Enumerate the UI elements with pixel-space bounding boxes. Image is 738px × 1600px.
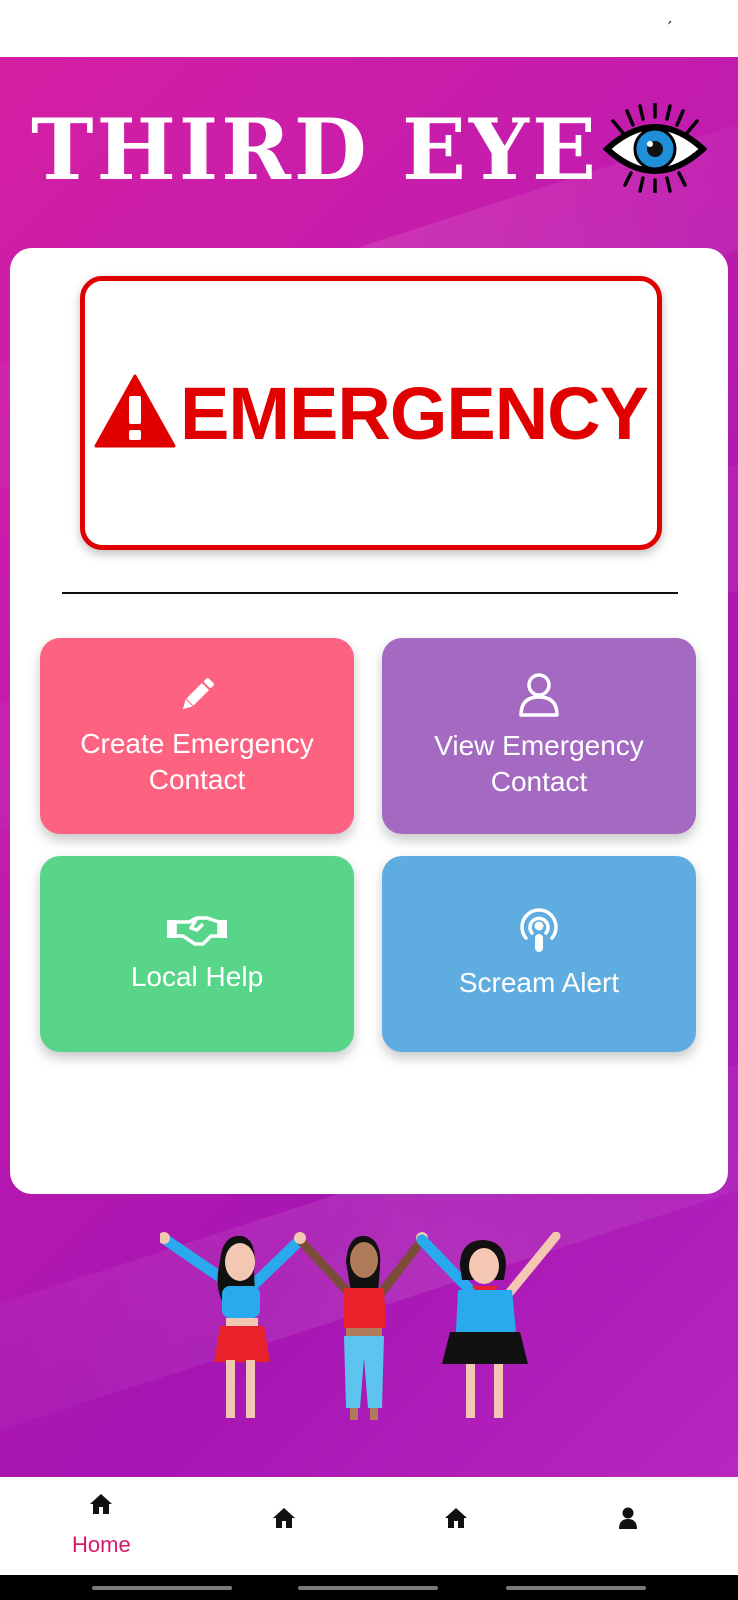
user-icon xyxy=(518,672,560,722)
nav-item-home[interactable]: Home xyxy=(72,1493,131,1558)
home-icon xyxy=(444,1507,468,1534)
divider xyxy=(62,592,678,594)
women-illustration xyxy=(158,1231,580,1447)
home-icon xyxy=(272,1507,296,1534)
emergency-button[interactable]: EMERGENCY xyxy=(80,276,662,550)
create-emergency-contact-label: Create Emergency Contact xyxy=(80,727,314,795)
bottom-nav: Home xyxy=(0,1477,738,1575)
nav-item-3[interactable] xyxy=(444,1507,468,1534)
view-emergency-contact-label: View Emergency Contact xyxy=(434,729,644,797)
gesture-segment xyxy=(298,1586,438,1590)
podcast-icon xyxy=(518,907,560,959)
main-card: EMERGENCY Create Emergency Contact View … xyxy=(10,248,728,1194)
view-emergency-contact-button[interactable]: View Emergency Contact xyxy=(382,638,696,834)
local-help-button[interactable]: Local Help xyxy=(40,856,354,1052)
nav-label-home: Home xyxy=(72,1532,131,1557)
scream-alert-button[interactable]: Scream Alert xyxy=(382,856,696,1052)
status-mark: ′ xyxy=(667,18,672,39)
app-header: THIRD EYE xyxy=(0,95,738,205)
warning-icon xyxy=(94,374,176,453)
eye-icon xyxy=(602,101,708,198)
nav-item-2[interactable] xyxy=(272,1507,296,1534)
scream-alert-label: Scream Alert xyxy=(458,966,620,998)
status-bar: ′ xyxy=(0,0,738,57)
gesture-segment xyxy=(506,1586,646,1590)
pencil-icon xyxy=(177,675,217,720)
create-emergency-contact-button[interactable]: Create Emergency Contact xyxy=(40,638,354,834)
emergency-label: EMERGENCY xyxy=(180,371,649,455)
nav-item-profile[interactable] xyxy=(618,1507,638,1534)
home-icon xyxy=(89,1493,113,1520)
user-icon xyxy=(618,1507,638,1534)
local-help-label: Local Help xyxy=(130,960,264,992)
app-title: THIRD EYE xyxy=(30,100,600,199)
handshake-icon xyxy=(167,914,227,953)
system-gesture-bar xyxy=(0,1575,738,1600)
gesture-segment xyxy=(92,1586,232,1590)
